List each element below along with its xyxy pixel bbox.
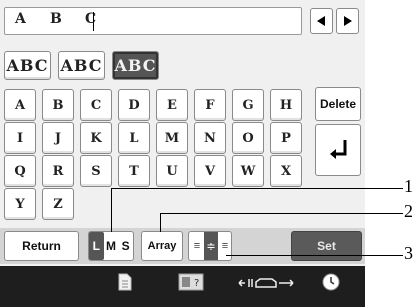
font-tab-2[interactable]: ABC xyxy=(58,51,105,80)
char-key[interactable]: N xyxy=(194,122,226,154)
char-key[interactable]: G xyxy=(232,89,264,121)
char-key[interactable]: M xyxy=(156,122,188,154)
callout-1-leader xyxy=(111,188,403,189)
entered-char: A xyxy=(15,11,26,27)
char-key[interactable]: Z xyxy=(42,188,74,220)
page-icon[interactable] xyxy=(118,273,132,291)
char-key[interactable]: W xyxy=(232,155,264,187)
char-key[interactable]: K xyxy=(80,122,112,154)
enter-arrow-icon xyxy=(330,140,347,159)
callout-2-leader xyxy=(160,213,403,214)
callout-1-label: 1 xyxy=(404,176,413,196)
entered-char: C xyxy=(85,11,97,27)
help-icon[interactable]: ? xyxy=(178,273,204,291)
char-key[interactable]: B xyxy=(42,89,74,121)
callout-2-leader xyxy=(160,213,161,232)
char-key[interactable]: V xyxy=(194,155,226,187)
size-medium-option[interactable]: M xyxy=(104,232,119,260)
font-tab-3[interactable]: ABC xyxy=(112,51,159,80)
arrow-right-icon xyxy=(344,16,352,26)
callout-2-label: 2 xyxy=(404,201,413,221)
enter-button[interactable] xyxy=(315,124,361,176)
entered-char: B xyxy=(50,11,62,27)
callout-3-leader xyxy=(226,255,403,256)
embroidery-character-screen: A B C ABC ABC ABC A B C D E F G H I J K … xyxy=(0,0,365,307)
char-key[interactable]: E xyxy=(156,89,188,121)
char-key[interactable]: P xyxy=(270,122,302,154)
char-key[interactable]: U xyxy=(156,155,188,187)
char-key[interactable]: J xyxy=(42,122,74,154)
set-button[interactable]: Set xyxy=(291,231,362,261)
size-small-option[interactable]: S xyxy=(118,232,133,260)
char-key[interactable]: R xyxy=(42,155,74,187)
char-key[interactable]: Y xyxy=(4,188,36,220)
char-key[interactable]: O xyxy=(232,122,264,154)
char-key[interactable]: I xyxy=(4,122,36,154)
callout-1-leader xyxy=(111,188,112,232)
arrow-left-icon xyxy=(317,16,325,26)
char-key[interactable]: S xyxy=(80,155,112,187)
size-selector: L M S xyxy=(88,231,134,261)
clock-icon[interactable] xyxy=(322,273,340,291)
callout-3-label: 3 xyxy=(404,243,413,263)
cursor-right-button[interactable] xyxy=(336,8,359,34)
char-key[interactable]: H xyxy=(270,89,302,121)
char-key[interactable]: X xyxy=(270,155,302,187)
presser-foot-icon[interactable] xyxy=(238,276,294,290)
return-button[interactable]: Return xyxy=(4,231,79,261)
svg-text:?: ? xyxy=(194,278,199,289)
font-tab-1[interactable]: ABC xyxy=(4,51,51,80)
char-key[interactable]: T xyxy=(118,155,150,187)
text-cursor xyxy=(93,12,94,31)
size-large-option[interactable]: L xyxy=(89,232,104,260)
spacing-center-icon: ≑ xyxy=(204,232,218,260)
spacing-left-icon: ≡ xyxy=(193,240,201,252)
char-key[interactable]: Q xyxy=(4,155,36,187)
cursor-left-button[interactable] xyxy=(310,8,333,34)
delete-button[interactable]: Delete xyxy=(315,87,361,121)
array-button[interactable]: Array xyxy=(141,231,183,261)
char-key[interactable]: C xyxy=(80,89,112,121)
char-key[interactable]: F xyxy=(194,89,226,121)
char-key[interactable]: A xyxy=(4,89,36,121)
char-key[interactable]: D xyxy=(118,89,150,121)
text-display: A B C xyxy=(4,7,302,35)
char-key[interactable]: L xyxy=(118,122,150,154)
spacing-button[interactable]: ≡ ≑ ≡ xyxy=(188,231,232,261)
